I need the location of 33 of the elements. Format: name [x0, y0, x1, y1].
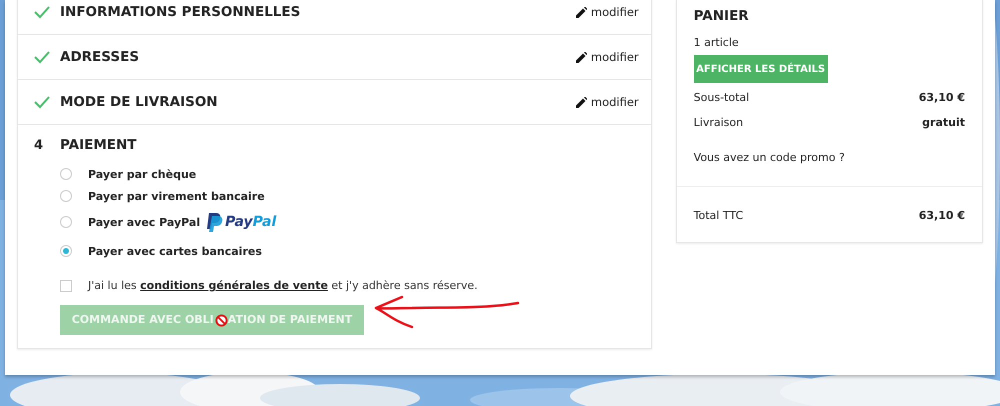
paypal-logo: PayPal — [206, 212, 276, 232]
step-number: 4 — [34, 138, 44, 152]
terms-link[interactable]: conditions générales de vente — [140, 279, 328, 292]
radio-button[interactable] — [60, 168, 72, 180]
line-value: 63,10 € — [918, 91, 965, 106]
radio-button[interactable] — [60, 216, 72, 228]
cart-title: PANIER — [694, 8, 750, 24]
pencil-icon — [576, 52, 587, 62]
line-label: Sous-total — [694, 91, 750, 106]
option-label: Payer avec PayPal — [88, 216, 200, 228]
checkbox[interactable] — [60, 280, 72, 292]
option-label: Payer avec cartes bancaires — [88, 244, 262, 258]
terms-text: J'ai lu les conditions générales de vente et j'y adhère sans réserve. — [88, 279, 478, 292]
option-label: Payer par chèque — [88, 168, 196, 180]
step-title: ADRESSES — [60, 49, 140, 65]
edit-link[interactable]: modifier — [576, 95, 639, 109]
total-value: 63,10 € — [918, 209, 965, 222]
step-title: INFORMATIONS PERSONNELLES — [60, 4, 302, 20]
step-title: PAIEMENT — [60, 137, 138, 153]
item-count: 1 article — [694, 36, 740, 49]
radio-button[interactable] — [60, 245, 72, 257]
pencil-icon — [576, 96, 587, 108]
step-title: MODE DE LIVRAISON — [60, 94, 219, 110]
total-label: Total TTC — [694, 209, 744, 222]
line-label: Livraison — [694, 116, 744, 131]
edit-link[interactable]: modifier — [576, 5, 639, 19]
option-label: Payer par virement bancaire — [88, 190, 265, 202]
not-allowed-cursor-icon — [214, 314, 228, 327]
radio-button[interactable] — [60, 190, 72, 202]
line-value: gratuit — [922, 116, 965, 131]
pencil-icon — [576, 6, 587, 18]
edit-link[interactable]: modifier — [576, 50, 639, 64]
promo-link[interactable]: Vous avez un code promo ? — [694, 151, 965, 164]
